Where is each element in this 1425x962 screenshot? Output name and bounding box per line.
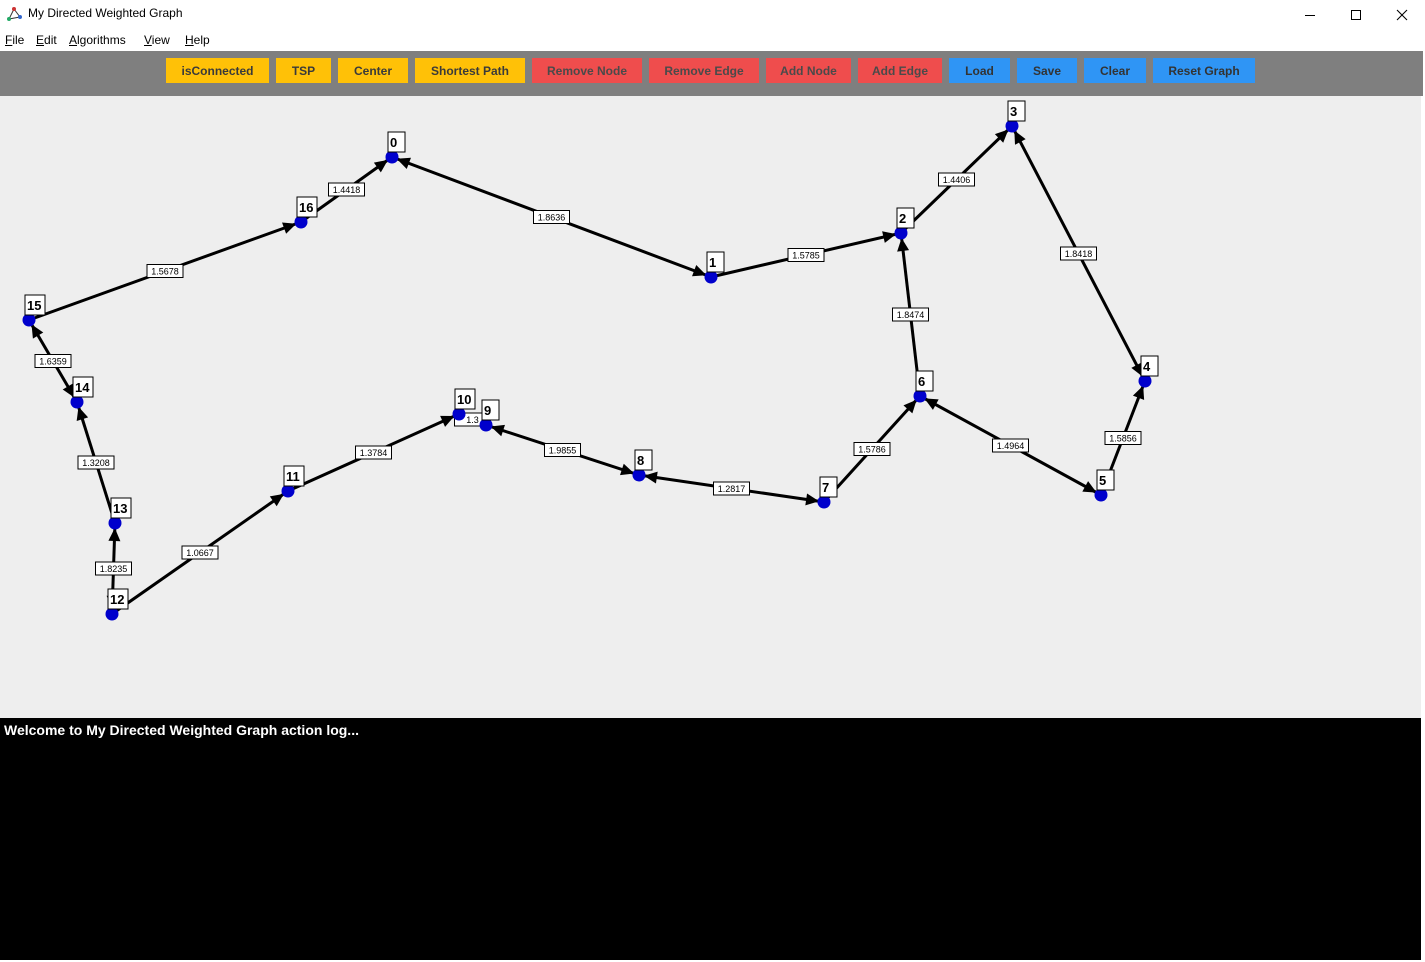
node-label-0: 0: [390, 135, 397, 150]
node-label-15: 15: [27, 298, 41, 313]
node-label-6: 6: [918, 374, 925, 389]
edge-weight-label: 1.0667: [186, 548, 214, 558]
node-label-8: 8: [637, 453, 644, 468]
edge-arrow-1-2: [882, 231, 897, 243]
toolbar: isConnected TSP Center Shortest Path Rem…: [0, 51, 1423, 96]
edge-arrow-7-8: [643, 471, 658, 484]
minimize-button[interactable]: [1287, 0, 1333, 29]
node-label-9: 9: [484, 403, 491, 418]
edge-arrow-12-11: [269, 493, 284, 507]
menu-bar: File Edit Algorithms View Help: [0, 29, 1425, 51]
menu-algorithms[interactable]: Algorithms: [69, 33, 126, 47]
window-border: [1421, 96, 1425, 962]
edge-weight-label: 1.5786: [858, 445, 886, 455]
edge-arrow-13-14: [76, 406, 89, 421]
node-label-7: 7: [822, 480, 829, 495]
edge-arrow-9-8: [620, 463, 635, 476]
add-edge-button[interactable]: Add Edge: [858, 58, 942, 83]
edge-weight-label: 1.4418: [333, 185, 361, 195]
edge-weight-label: 1.5678: [151, 267, 179, 277]
menu-file[interactable]: File: [5, 33, 24, 47]
isconnected-button[interactable]: isConnected: [166, 58, 269, 83]
edge-weight-label: 1.3208: [82, 458, 110, 468]
node-label-13: 13: [113, 501, 127, 516]
node-label-3: 3: [1010, 104, 1017, 119]
edge-arrow-8-9: [490, 424, 505, 437]
edge-weight-label: 1.6359: [39, 357, 67, 367]
edge-weight-label: 1.2817: [718, 484, 746, 494]
menu-edit[interactable]: Edit: [36, 33, 57, 47]
edge-arrow-16-0: [373, 159, 388, 173]
title-bar: My Directed Weighted Graph: [0, 0, 1425, 29]
menu-help[interactable]: Help: [185, 33, 210, 47]
edge-weight-label: 1.4406: [943, 175, 971, 185]
action-log-panel: Welcome to My Directed Weighted Graph ac…: [0, 718, 1421, 960]
edge-arrow-0-1: [692, 265, 707, 277]
edge-weight-label: 1.5785: [792, 251, 820, 261]
remove-node-button[interactable]: Remove Node: [532, 58, 642, 83]
edge-arrow-1-0: [396, 157, 411, 169]
node-label-5: 5: [1099, 473, 1106, 488]
minimize-icon: [1305, 14, 1315, 16]
reset-graph-button[interactable]: Reset Graph: [1153, 58, 1255, 83]
edge-weight-label: 1.8418: [1065, 249, 1093, 259]
edge-weight-label: 1.3: [466, 415, 479, 425]
edge-arrow-8-7: [805, 493, 820, 506]
node-label-2: 2: [899, 211, 906, 226]
edge-weight-label: 1.4964: [997, 441, 1025, 451]
edge-weight-label: 1.5856: [1109, 434, 1137, 444]
shortest-path-button[interactable]: Shortest Path: [415, 58, 525, 83]
node-label-16: 16: [299, 200, 313, 215]
graph-drawing[interactable]: 1.8636 1.4418 1.5678 1.5785 1.4406 1.8418 1.84…: [0, 96, 1423, 718]
edge-weight-label: 1.8235: [100, 564, 128, 574]
edge-weight-label: 1.8636: [538, 213, 566, 223]
node-label-1: 1: [709, 255, 716, 270]
remove-edge-button[interactable]: Remove Edge: [649, 58, 759, 83]
node-label-14: 14: [75, 380, 90, 395]
edge-weight-label: 1.9855: [549, 446, 577, 456]
tsp-button[interactable]: TSP: [276, 58, 331, 83]
graph-canvas[interactable]: 1.8636 1.4418 1.5678 1.5785 1.4406 1.8418 1.84…: [0, 96, 1423, 718]
app-graph-icon: [7, 7, 22, 21]
edge-arrow-15-16: [282, 222, 297, 234]
node-label-4: 4: [1143, 359, 1151, 374]
node-label-10: 10: [457, 392, 471, 407]
menu-view[interactable]: View: [144, 33, 170, 47]
maximize-button[interactable]: [1333, 0, 1379, 29]
add-node-button[interactable]: Add Node: [766, 58, 851, 83]
node-label-12: 12: [110, 592, 124, 607]
action-log-text: Welcome to My Directed Weighted Graph ac…: [4, 722, 359, 738]
window-title: My Directed Weighted Graph: [28, 6, 183, 20]
close-button[interactable]: [1379, 0, 1425, 29]
load-button[interactable]: Load: [949, 58, 1010, 83]
edge-weight-label: 1.3784: [360, 448, 388, 458]
edge-arrow-12-13: [108, 527, 121, 542]
clear-button[interactable]: Clear: [1084, 58, 1146, 83]
maximize-icon: [1351, 9, 1361, 20]
center-button[interactable]: Center: [338, 58, 408, 83]
edge-weight-label: 1.8474: [897, 310, 925, 320]
close-icon: [1396, 9, 1408, 20]
node-label-11: 11: [286, 469, 300, 484]
save-button[interactable]: Save: [1017, 58, 1077, 83]
